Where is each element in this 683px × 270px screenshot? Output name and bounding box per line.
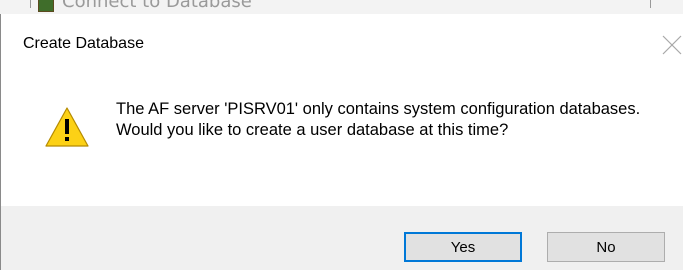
- dialog-content: The AF server 'PISRV01' only contains sy…: [1, 72, 683, 204]
- button-bar: Yes No: [1, 206, 683, 270]
- close-icon[interactable]: [659, 32, 683, 58]
- yes-button[interactable]: Yes: [404, 232, 522, 262]
- dialog-title-bar: Create Database: [1, 14, 683, 72]
- chevron-up-icon[interactable]: [603, 0, 622, 6]
- create-database-dialog: Create Database The AF server 'PISRV01' …: [0, 14, 683, 270]
- parent-window-title: Connect to Database: [62, 0, 252, 12]
- parent-window-titlebar: Connect to Database: [0, 0, 683, 14]
- dialog-message: The AF server 'PISRV01' only contains sy…: [116, 100, 641, 139]
- warning-icon: [45, 107, 89, 147]
- no-button[interactable]: No: [547, 232, 665, 262]
- dialog-title: Create Database: [23, 35, 144, 52]
- database-icon: [38, 0, 54, 12]
- parent-window-edge: [650, 0, 651, 8]
- parent-window-edge: [30, 0, 31, 8]
